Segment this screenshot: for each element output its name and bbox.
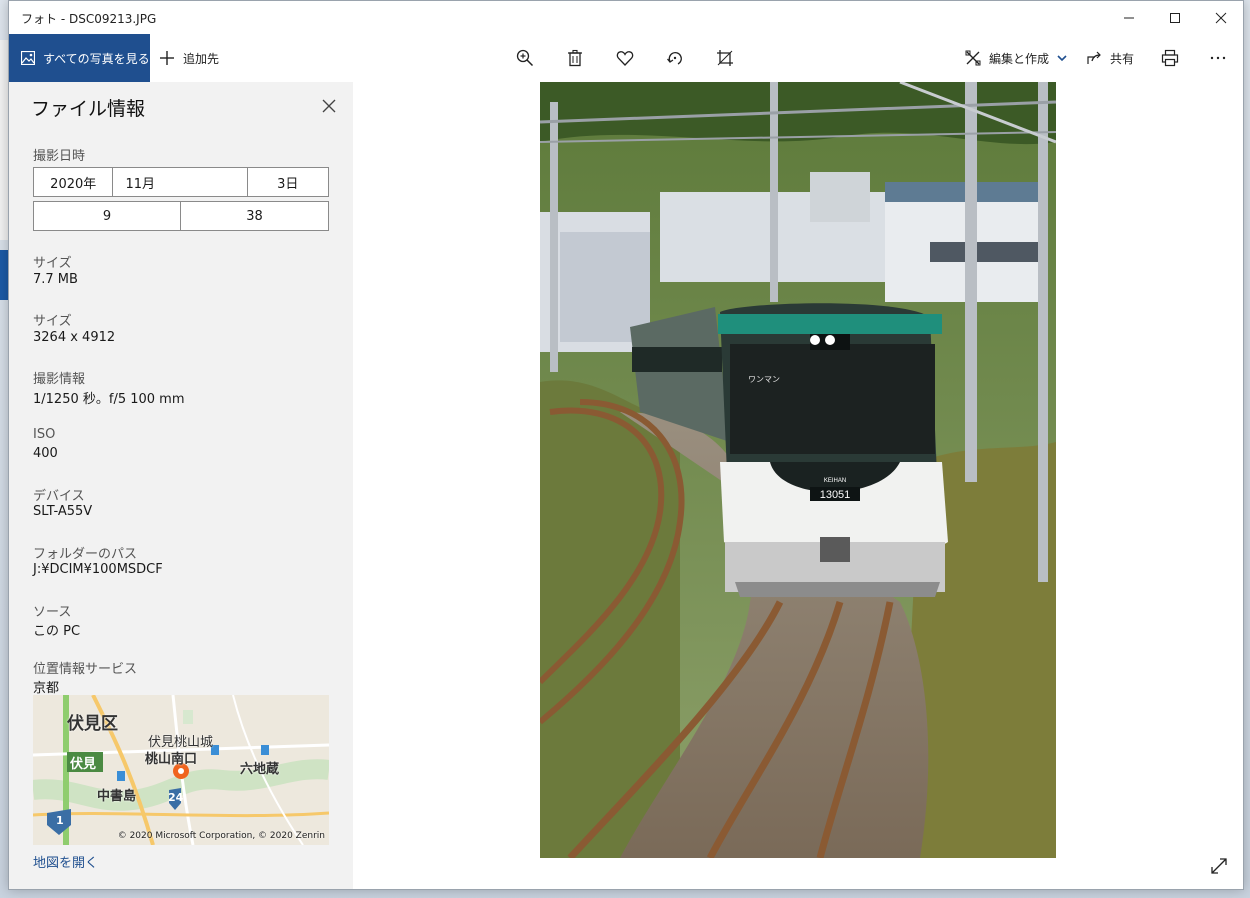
dimensions-value: 3264 x 4912 <box>33 330 116 345</box>
close-icon <box>1215 12 1227 23</box>
title-bar: フォト - DSC09213.JPG <box>9 1 1243 34</box>
year-field[interactable]: 2020年 <box>34 168 114 196</box>
map-label-rokujizo: 六地蔵 <box>240 762 280 777</box>
camera-info-value: 1/1250 秒。f/5 100 mm <box>33 392 185 407</box>
more-options-button[interactable] <box>1198 34 1238 82</box>
share-button[interactable]: 共有 <box>1086 34 1134 82</box>
heart-icon <box>616 51 634 66</box>
delete-button[interactable] <box>555 34 595 82</box>
more-icon <box>1210 56 1226 60</box>
minimize-icon <box>1124 17 1134 18</box>
file-size-label: サイズ <box>33 256 72 271</box>
map-route-1: 1 <box>56 814 64 827</box>
toolbar: すべての写真を見る 追加先 編集と作成 共有 <box>9 34 1243 82</box>
photos-app-window: フォト - DSC09213.JPG すべての写真を見る 追加先 編集と作成 共… <box>8 0 1244 890</box>
train-brand: KEIHAN <box>824 478 846 484</box>
camera-info-label: 撮影情報 <box>33 372 86 387</box>
map-copyright: © 2020 Microsoft Corporation, © 2020 Zen… <box>117 831 325 841</box>
minute-field[interactable]: 38 <box>181 202 328 230</box>
crop-icon <box>717 50 733 66</box>
source-label: ソース <box>33 605 72 620</box>
file-size-value: 7.7 MB <box>33 272 78 287</box>
map-label-fushimi: 伏見 <box>70 757 97 772</box>
folder-path-value: J:¥DCIM¥100MSDCF <box>33 562 163 577</box>
date-taken-time-picker[interactable]: 9 38 <box>33 201 329 231</box>
add-to-label: 追加先 <box>183 51 220 66</box>
favorite-button[interactable] <box>605 34 645 82</box>
device-label: デバイス <box>33 489 85 504</box>
train-number: 13051 <box>820 489 851 501</box>
folder-path-label: フォルダーのパス <box>33 547 138 562</box>
panel-title: ファイル情報 <box>31 98 146 120</box>
print-button[interactable] <box>1150 34 1190 82</box>
rotate-icon <box>667 52 682 65</box>
rotate-button[interactable] <box>655 34 695 82</box>
map-route-24: 24 <box>168 791 184 804</box>
map-label-fushimi-ku: 伏見区 <box>67 714 118 734</box>
crop-button[interactable] <box>705 34 745 82</box>
zoom-button[interactable] <box>505 34 545 82</box>
destination-sign: ワンマン <box>748 375 780 384</box>
fullscreen-button[interactable] <box>1205 852 1233 880</box>
window-title: フォト - DSC09213.JPG <box>21 12 157 26</box>
close-panel-button[interactable] <box>315 92 343 120</box>
location-map[interactable]: 伏見区 伏見桃山城 桃山南口 伏見 中書島 六地蔵 24 1 © 2020 Mi… <box>33 695 329 845</box>
edit-icon <box>965 50 981 66</box>
chevron-down-icon <box>1057 55 1067 62</box>
location-value: 京都 <box>33 681 60 696</box>
close-icon <box>322 99 336 113</box>
date-taken-label: 撮影日時 <box>33 149 86 164</box>
device-value: SLT-A55V <box>33 504 93 519</box>
photo-icon <box>21 51 35 65</box>
hour-field[interactable]: 9 <box>34 202 181 230</box>
iso-label: ISO <box>33 427 56 442</box>
day-field[interactable]: 3日 <box>248 168 328 196</box>
map-label-momoyama-minamiguchi: 桃山南口 <box>145 752 198 767</box>
share-icon <box>1087 51 1101 64</box>
dimensions-label: サイズ <box>33 314 72 329</box>
zoom-in-icon <box>516 49 534 67</box>
open-map-link[interactable]: 地図を開く <box>33 852 98 871</box>
photo-viewer[interactable]: 13051 KEIHAN ワンマン <box>353 82 1243 889</box>
plus-icon <box>160 51 174 65</box>
edit-create-label: 編集と作成 <box>989 51 1050 66</box>
trash-icon <box>568 49 582 67</box>
date-taken-date-picker[interactable]: 2020年 11月 3日 <box>33 167 329 197</box>
add-to-button[interactable]: 追加先 <box>159 34 219 82</box>
share-label: 共有 <box>1110 51 1135 66</box>
train-photo: 13051 KEIHAN ワンマン <box>540 82 1056 858</box>
maximize-button[interactable] <box>1152 1 1198 34</box>
photo-image: 13051 KEIHAN ワンマン <box>540 82 1056 858</box>
see-all-photos-label: すべての写真を見る <box>43 51 150 66</box>
maximize-icon <box>1170 12 1180 23</box>
minimize-button[interactable] <box>1106 1 1152 34</box>
file-info-panel: ファイル情報 撮影日時 2020年 11月 3日 9 38 サイズ 7.7 MB… <box>9 82 353 889</box>
edit-create-button[interactable]: 編集と作成 <box>965 34 1067 82</box>
close-button[interactable] <box>1198 1 1243 34</box>
month-field[interactable]: 11月 <box>113 168 248 196</box>
see-all-photos-button[interactable]: すべての写真を見る <box>9 34 150 82</box>
printer-icon <box>1161 49 1179 67</box>
iso-value: 400 <box>33 446 58 461</box>
location-label: 位置情報サービス <box>33 662 138 677</box>
expand-icon <box>1211 858 1227 874</box>
map-label-chushojima: 中書島 <box>97 789 137 804</box>
source-value: この PC <box>33 624 81 639</box>
